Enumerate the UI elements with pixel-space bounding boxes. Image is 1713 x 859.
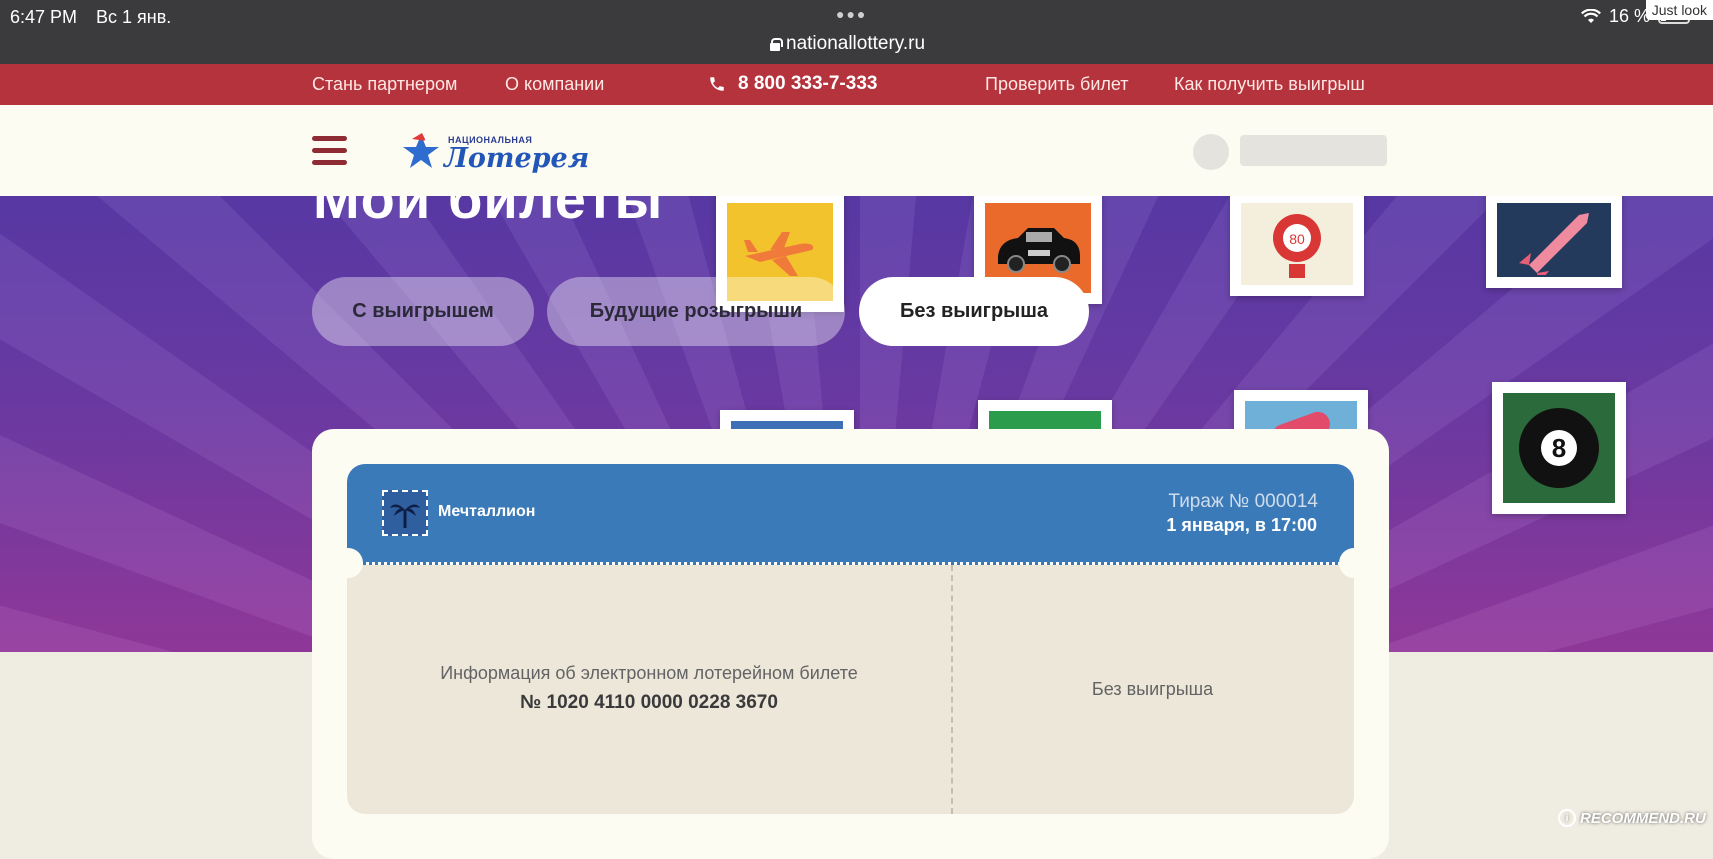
page-title: Мои билеты [313,196,664,230]
svg-text:80: 80 [1289,231,1305,247]
stamp-billiard: 8 [1492,382,1626,514]
menu-icon-line [312,148,347,153]
status-time: 6:47 PM [10,7,78,27]
plane-icon [744,232,814,276]
top-nav: Стань партнером О компании 8 800 333-7-3… [0,64,1713,105]
status-date: Вс 1 янв. [96,7,172,27]
site-logo[interactable]: НАЦИОНАЛЬНАЯ Лотерея [398,129,589,175]
user-name-placeholder[interactable] [1240,135,1387,166]
svg-text:8: 8 [1552,433,1566,463]
menu-icon-line [312,160,347,165]
multitasking-dots-icon[interactable]: ●●● [836,6,867,22]
address-bar[interactable]: nationallottery.ru [770,33,925,55]
tab-winning[interactable]: С выигрышем [312,277,534,346]
phone-link[interactable]: 8 800 333-7-333 [708,73,877,95]
logo-star-icon [403,133,439,168]
watermark-bottom-text: RECOMMEND.RU [1580,809,1706,827]
ticket-header[interactable]: Мечталлион Тираж № 000014 1 января, в 17… [347,464,1354,565]
user-avatar[interactable] [1193,134,1229,170]
palm-icon [382,490,428,536]
nav-link-get-prize[interactable]: Как получить выигрыш [1174,74,1365,95]
ticket-notch-right [1339,548,1369,578]
ticket-body[interactable]: Информация об электронном лотерейном бил… [347,565,1354,814]
menu-icon-line [312,136,347,141]
watermark-bottom: i RECOMMEND.RU [1558,809,1706,827]
site-header: НАЦИОНАЛЬНАЯ Лотерея [0,105,1713,196]
tab-future-draws[interactable]: Будущие розыгрыши [547,277,845,346]
nav-link-about[interactable]: О компании [505,74,604,95]
lock-icon [770,38,783,51]
logo-main-text: Лотерея [444,143,590,174]
draw-date: 1 января, в 17:00 [1166,515,1317,535]
nav-link-check-ticket[interactable]: Проверить билет [985,74,1129,95]
draw-number: Тираж № 000014 [1168,491,1318,512]
ticket-info-label: Информация об электронном лотерейном бил… [440,663,858,683]
nav-link-partner[interactable]: Стань партнером [312,74,457,95]
ticket-notch-left [333,548,363,578]
battery-percent: 16 % [1609,6,1651,26]
tab-no-win[interactable]: Без выигрыша [859,277,1089,346]
watermark-top: Just look [1645,0,1713,20]
wifi-icon [1581,8,1601,23]
rocket-icon [1519,213,1589,275]
status-bar: 6:47 PM Вс 1 янв. ●●● nationallottery.ru… [0,0,1713,64]
stamp-rocket [1486,196,1622,288]
ticket-number: № 1020 4110 0000 0228 3670 [520,692,778,713]
menu-button[interactable] [312,136,347,166]
ticket-result: Без выигрыша [1091,679,1214,699]
stamp-lantern: 80 [1230,196,1364,296]
lantern-icon: 80 [1273,214,1321,278]
phone-icon [710,77,724,91]
game-name: Мечталлион [438,503,536,520]
address-url: nationallottery.ru [786,33,926,54]
recommend-logo-icon: i [1558,809,1576,827]
car-icon [998,228,1080,273]
phone-number: 8 800 333-7-333 [738,73,878,94]
billiard-8-icon: 8 [1519,408,1599,488]
